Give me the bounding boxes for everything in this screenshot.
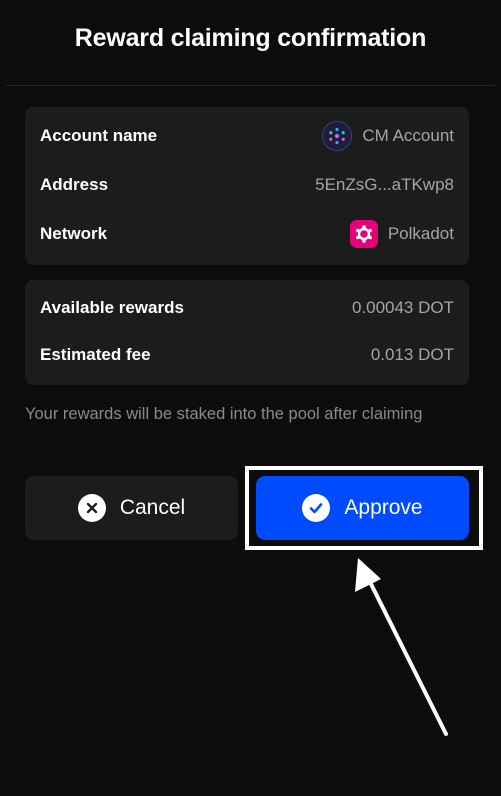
estimated-fee-value: 0.013 DOT (370, 345, 454, 364)
rewards-card: Available rewards 0.00043 DOT Estimated … (25, 280, 469, 385)
network-value: Polkadot (349, 220, 454, 248)
header-divider (6, 85, 495, 86)
account-label: Account name (40, 126, 158, 145)
address-row: Address 5EnZsG...aTKwp8 (40, 173, 454, 197)
estimated-fee-row: Estimated fee 0.013 DOT (40, 343, 454, 367)
address-label: Address (40, 175, 109, 194)
network-name: Polkadot (387, 224, 454, 243)
approve-label: Approve (344, 496, 423, 519)
account-value: CM Account (322, 121, 454, 151)
account-details-card: Account name CM Account Address 5EnZsG..… (25, 107, 469, 265)
close-circle-icon (77, 494, 106, 522)
approve-button[interactable]: Approve (256, 476, 469, 540)
available-rewards-label: Available rewards (40, 298, 184, 317)
account-row: Account name CM Account (40, 121, 454, 151)
cm-account-icon (322, 121, 353, 151)
cancel-button[interactable]: Cancel (25, 476, 238, 540)
account-name: CM Account (362, 126, 454, 145)
check-circle-icon (302, 494, 331, 522)
estimated-fee-label: Estimated fee (40, 345, 151, 364)
network-row: Network Polkadot (40, 220, 454, 248)
available-rewards-row: Available rewards 0.00043 DOT (40, 296, 454, 320)
staking-note: Your rewards will be staked into the poo… (25, 405, 423, 423)
address-value: 5EnZsG...aTKwp8 (315, 175, 454, 194)
polkadot-icon (349, 220, 378, 248)
dialog-title: Reward claiming confirmation (74, 24, 427, 52)
network-label: Network (40, 224, 108, 243)
cancel-label: Cancel (119, 496, 186, 519)
available-rewards-value: 0.00043 DOT (351, 298, 454, 317)
